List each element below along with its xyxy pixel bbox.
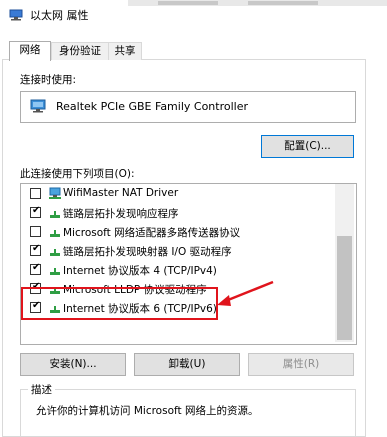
item-checkbox[interactable]: ✔ [30,243,41,256]
check-mark-icon: ✔ [32,205,41,216]
item-label: 链路层拓扑发现映射器 I/O 驱动程序 [63,246,232,258]
description-text: 允许你的计算机访问 Microsoft 网络上的资源。 [36,405,259,417]
protocol-icon [50,268,60,275]
connect-using-label: 连接时使用: [20,74,77,86]
uninstall-button[interactable]: 卸载(U) [134,353,240,376]
configure-button[interactable]: 配置(C)... [261,135,354,158]
tab-network-label: 网络 [19,44,41,56]
item-label: Internet 协议版本 4 (TCP/IPv4) [63,265,217,277]
items-label: 此连接使用下列项目(O): [20,168,135,180]
annotation-arrow-icon [217,280,274,306]
protocol-icon [50,211,60,218]
list-item[interactable]: ✔ 链路层拓扑发现映射器 I/O 驱动程序 [21,241,337,260]
item-checkbox[interactable] [30,188,41,199]
tab-authentication-label: 身份验证 [59,45,101,57]
tab-network[interactable]: 网络 [9,41,51,61]
description-title: 描述 [28,382,55,397]
annotation-highlight [21,287,218,320]
network-component-icon [49,187,61,199]
network-adapter-icon [9,9,23,21]
scrollbar-thumb[interactable] [337,236,352,340]
tab-sharing[interactable]: 共享 [108,42,142,60]
list-item[interactable]: Microsoft 网络适配器多路传送器协议 [21,222,337,241]
item-checkbox[interactable]: ✔ [30,262,41,275]
check-mark-icon: ✔ [32,262,41,273]
adapter-name: Realtek PCIe GBE Family Controller [56,100,249,113]
protocol-icon [50,230,60,237]
background-window-strip [128,0,387,6]
list-item[interactable]: ✔ Internet 协议版本 4 (TCP/IPv4) [21,260,337,279]
tab-authentication[interactable]: 身份验证 [51,42,109,60]
network-card-icon [30,99,46,113]
list-item[interactable]: ✔ 链路层拓扑发现响应程序 [21,203,337,222]
check-mark-icon: ✔ [32,243,41,254]
item-label: 链路层拓扑发现响应程序 [63,208,179,220]
item-checkbox[interactable] [30,226,41,237]
item-label: Microsoft 网络适配器多路传送器协议 [63,227,241,239]
window-title: 以太网 属性 [30,9,89,22]
list-item[interactable]: WifiMaster NAT Driver [21,184,337,203]
protocol-icon [50,249,60,256]
install-button[interactable]: 安装(N)... [20,353,126,376]
items-list[interactable]: WifiMaster NAT Driver ✔ 链路层拓扑发现响应程序 Micr… [20,183,357,345]
properties-button[interactable]: 属性(R) [248,353,354,376]
item-label: WifiMaster NAT Driver [63,187,179,199]
item-checkbox[interactable]: ✔ [30,205,41,218]
tab-sharing-label: 共享 [114,45,136,57]
